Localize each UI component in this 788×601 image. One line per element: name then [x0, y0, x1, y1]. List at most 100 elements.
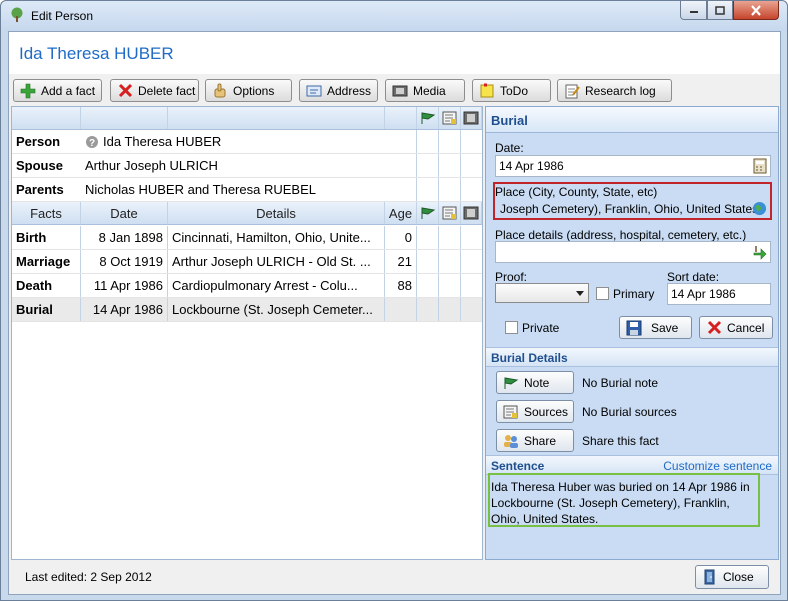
options-button[interactable]: Options [205, 79, 292, 102]
sentence-title: Sentence [491, 459, 545, 473]
place-value: Joseph Cemetery), Franklin, Ohio, United… [500, 201, 759, 216]
fact-source-cell [439, 226, 461, 249]
column-header-sources[interactable] [439, 202, 461, 224]
customize-sentence-link[interactable]: Customize sentence [663, 459, 772, 473]
grid-header-blank-4 [385, 107, 417, 129]
fact-note-cell [417, 226, 439, 249]
todo-label: ToDo [500, 83, 529, 98]
media-film-icon [392, 85, 408, 96]
sources-button[interactable]: Sources [496, 400, 574, 423]
column-header-age[interactable]: Age [385, 202, 417, 224]
place-details-input[interactable] [495, 241, 771, 263]
relation-value: Arthur Joseph ULRICH [81, 154, 417, 177]
todo-note-icon [480, 83, 494, 97]
chevron-down-icon [576, 291, 584, 296]
fact-note-cell [417, 298, 439, 321]
primary-label: Primary [613, 287, 655, 301]
relation-row-parents[interactable]: Parents Nicholas HUBER and Theresa RUEBE… [12, 178, 482, 202]
close-window-button[interactable] [733, 1, 779, 20]
fact-age: 88 [385, 274, 417, 297]
fact-age: 21 [385, 250, 417, 273]
maximize-icon [715, 5, 725, 15]
cancel-button[interactable]: Cancel [699, 316, 773, 339]
sort-date-label: Sort date: [667, 270, 720, 284]
column-header-note[interactable] [417, 202, 439, 224]
close-label: Close [723, 570, 754, 584]
fact-details: Cincinnati, Hamilton, Ohio, Unite... [168, 226, 385, 249]
delete-fact-button[interactable]: Delete fact [110, 79, 199, 102]
sort-date-input[interactable]: 14 Apr 1986 [667, 283, 771, 305]
options-hand-icon [214, 83, 226, 97]
private-checkbox[interactable] [505, 321, 518, 334]
fact-source-cell [439, 274, 461, 297]
grid-top-header [12, 107, 482, 130]
options-label: Options [233, 83, 275, 98]
media-icon [463, 206, 479, 220]
private-label: Private [522, 321, 560, 335]
address-button[interactable]: Address [299, 79, 378, 102]
sources-icon [442, 206, 456, 220]
media-button[interactable]: Media [385, 79, 465, 102]
share-button[interactable]: Share [496, 429, 574, 452]
fact-details: Cardiopulmonary Arrest - Colu... [168, 274, 385, 297]
globe-icon[interactable] [752, 201, 767, 216]
fact-row-birth[interactable]: Birth 8 Jan 1898 Cincinnati, Hamilton, O… [12, 226, 482, 250]
share-status: Share this fact [582, 434, 659, 448]
fact-details: Lockbourne (St. Joseph Cemeter... [168, 298, 385, 321]
delete-fact-label: Delete fact [138, 83, 196, 98]
fact-row-marriage[interactable]: Marriage 8 Oct 1919 Arthur Joseph ULRICH… [12, 250, 482, 274]
place-details-arrow-icon[interactable] [752, 244, 768, 260]
relation-row-person[interactable]: Person ? Ida Theresa HUBER [12, 130, 482, 154]
date-calculator-icon[interactable] [752, 158, 768, 174]
fact-date: 11 Apr 1986 [81, 274, 168, 297]
fact-row-burial-selected[interactable]: Burial 14 Apr 1986 Lockbourne (St. Josep… [12, 298, 482, 322]
research-log-label: Research log [585, 83, 656, 98]
fact-source-cell [439, 250, 461, 273]
delete-x-icon [118, 83, 133, 97]
close-icon [751, 4, 761, 16]
sources-button-label: Sources [524, 404, 569, 419]
maximize-button[interactable] [707, 1, 733, 20]
address-label: Address [327, 83, 372, 98]
relation-label: Spouse [16, 158, 63, 173]
relation-empty-2 [439, 154, 461, 177]
help-question-icon[interactable]: ? [85, 135, 99, 149]
minimize-button[interactable] [680, 1, 707, 20]
save-disk-icon [626, 320, 642, 335]
note-flag-icon [421, 112, 435, 124]
sentence-section-header: Sentence Customize sentence [486, 455, 778, 475]
note-button[interactable]: Note [496, 371, 574, 394]
cancel-x-icon [707, 320, 722, 334]
fact-details: Arthur Joseph ULRICH - Old St. ... [168, 250, 385, 273]
place-input[interactable]: Joseph Cemetery), Franklin, Ohio, United… [497, 199, 769, 218]
column-header-media[interactable] [461, 202, 482, 224]
sentence-text[interactable]: Ida Theresa Huber was buried on 14 Apr 1… [491, 479, 761, 527]
fact-row-death[interactable]: Death 11 Apr 1986 Cardiopulmonary Arrest… [12, 274, 482, 298]
save-label: Save [651, 320, 679, 335]
panel-header: Burial [486, 107, 778, 133]
fact-name: Marriage [12, 250, 81, 273]
header-media-icon-col [461, 107, 482, 129]
research-log-button[interactable]: Research log [557, 79, 672, 102]
save-button[interactable]: Save [619, 316, 692, 339]
todo-button[interactable]: ToDo [472, 79, 551, 102]
date-label: Date: [495, 141, 524, 155]
primary-checkbox[interactable] [596, 287, 609, 300]
sort-date-value: 14 Apr 1986 [671, 287, 736, 301]
column-header-date[interactable]: Date [81, 202, 168, 224]
date-input[interactable]: 14 Apr 1986 [495, 155, 771, 177]
relation-row-spouse[interactable]: Spouse Arthur Joseph ULRICH [12, 154, 482, 178]
proof-label: Proof: [495, 270, 528, 284]
relation-empty-1 [417, 178, 439, 201]
header-note-icon-col [417, 107, 439, 129]
add-fact-button[interactable]: Add a fact [13, 79, 102, 102]
column-header-facts[interactable]: Facts [12, 202, 81, 224]
proof-select[interactable] [495, 283, 589, 303]
toolbar: Add a fact Delete fact Options Address M… [9, 74, 780, 106]
relation-empty-1 [417, 154, 439, 177]
close-button[interactable]: Close [695, 565, 769, 589]
exit-door-icon [704, 569, 715, 585]
column-header-details[interactable]: Details [168, 202, 385, 224]
grid-header-blank-1 [12, 107, 81, 129]
relation-value-cell: ? Ida Theresa HUBER [81, 130, 417, 153]
